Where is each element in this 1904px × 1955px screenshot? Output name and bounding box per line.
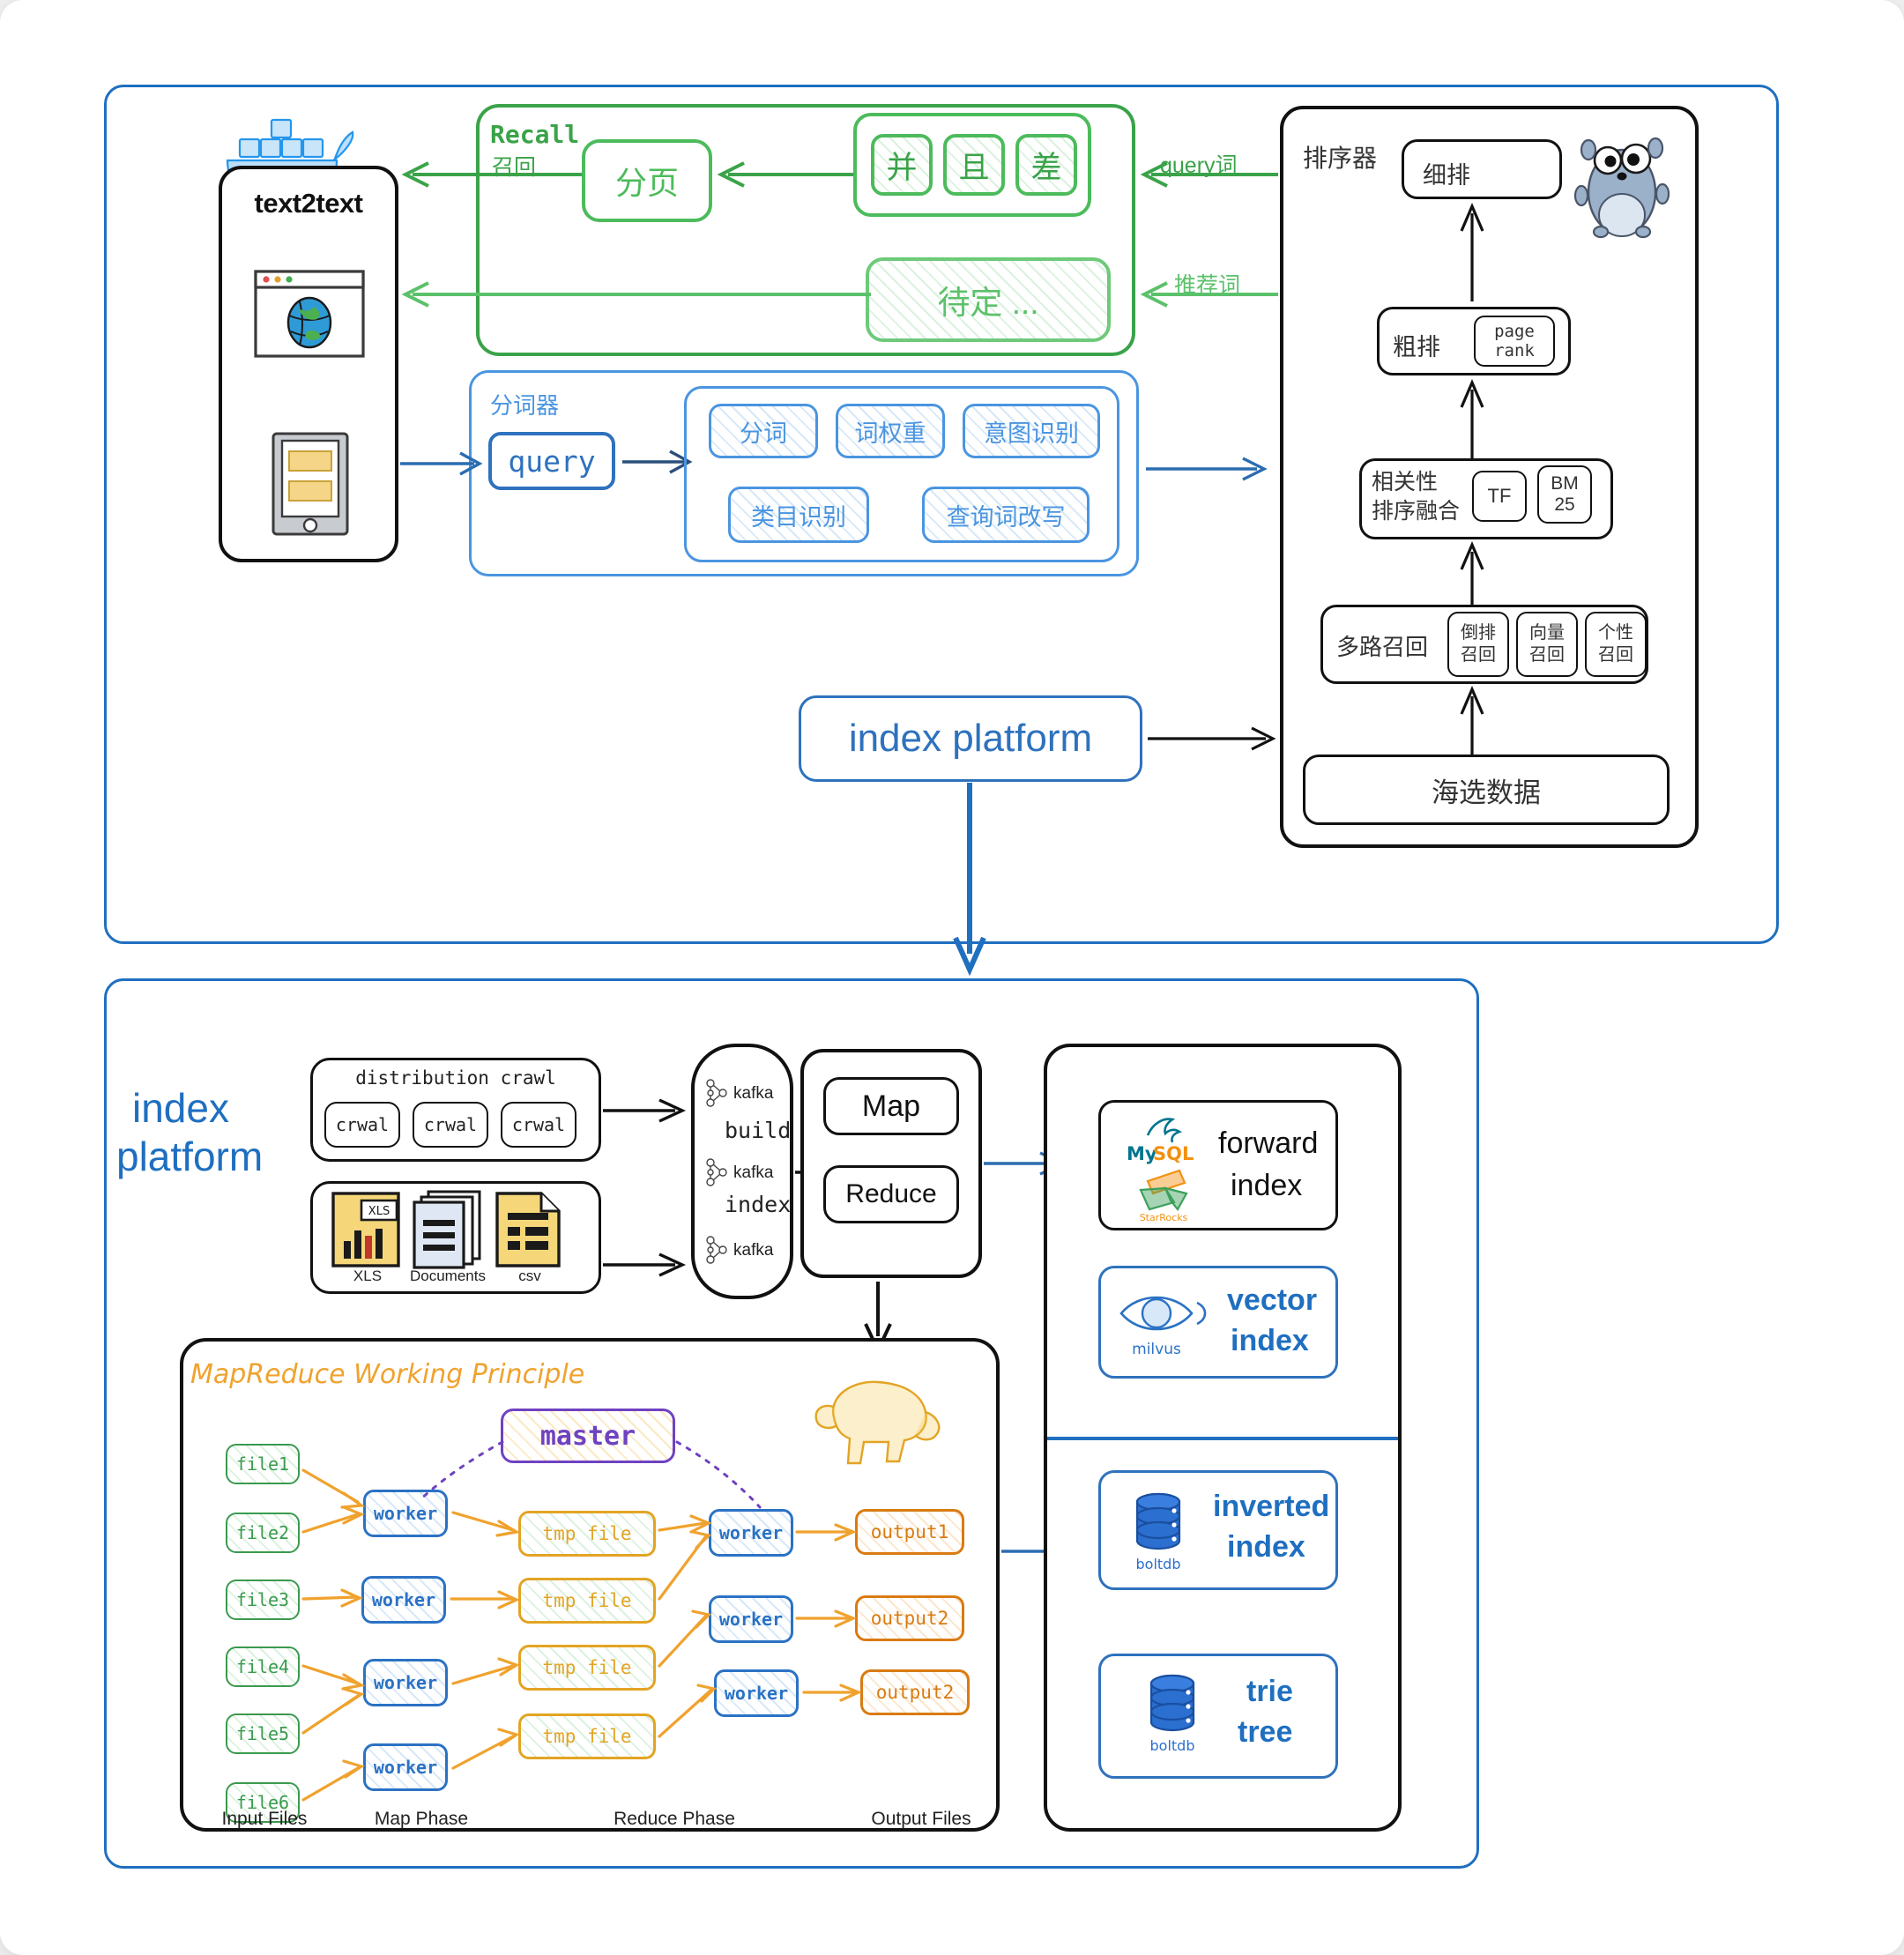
arrow-crawl-to-queue [601,1093,687,1128]
svg-text:SQL: SQL [1153,1143,1194,1164]
bm25-chip-label: BM 25 [1551,473,1579,515]
arrow-operators-to-paging [714,157,857,192]
operator-label-1: 且 [958,150,990,185]
file-source-label-1: Documents [410,1267,486,1284]
vector-index-label-line2: index [1231,1324,1309,1357]
mobile-phone-icon [270,432,351,538]
arrow-client-to-tokenizer [398,446,483,481]
diagram-canvas: text2text Recall 召回 分页 并 且 差 待定 ... quer… [0,0,1904,1955]
recommend-term-label: 推荐词 [1174,273,1241,298]
crawl-group-title: distribution crawl [355,1067,556,1089]
feature-label-2: 意图识别 [984,420,1079,447]
forward-index-label-line2: index [1231,1169,1303,1202]
multi-recall-chip-label-1: 向量 召回 [1529,623,1565,665]
svg-text:milvus: milvus [1132,1341,1181,1358]
arrow-paging-to-client [398,157,585,192]
pagerank-chip-label: page rank [1494,322,1535,361]
feature-label-1: 词权重 [854,420,926,447]
query-term-label: query词 [1160,153,1238,178]
multi-recall-chip-label-2: 个性 召回 [1598,623,1633,665]
inverted-index-label-line2: index [1227,1530,1305,1564]
query-label: query [508,443,596,479]
svg-text:XLS: XLS [368,1205,390,1218]
feature-label-0: 分词 [740,420,787,447]
ranker-title: 排序器 [1303,145,1378,172]
arrow-pending-to-client [398,277,874,312]
csv-file-icon [492,1188,568,1271]
arrow-tokenizer-to-ranker [1144,451,1268,487]
queue-node-label-0: kafka [733,1084,774,1103]
storage-divider [1047,1437,1398,1440]
browser-window-icon [254,270,365,358]
trie-tree-label-line2: tree [1238,1715,1293,1749]
operator-label-0: 并 [886,150,918,185]
arrow-files-to-queue [601,1247,687,1282]
trie-tree-label-line1: trie [1246,1675,1293,1708]
svg-text:boltdb: boltdb [1136,1556,1181,1572]
arrow-indexplatform-to-ranker [1146,721,1278,756]
kafka-icon-2 [703,1234,732,1266]
arrow-coarse-to-fine [1454,201,1490,305]
kafka-icon-0 [703,1077,732,1109]
feature-label-3: 类目识别 [751,503,846,531]
multi-recall-chip-label-0: 倒排 召回 [1461,623,1496,665]
file-source-label-0: XLS [353,1267,383,1284]
queue-node-label-1: kafka [733,1163,774,1182]
reduce-label: Reduce [845,1179,937,1208]
phase-label-2: Reduce Phase [614,1809,735,1829]
xls-file-icon: XLS [330,1188,405,1271]
feature-label-4: 查询词改写 [946,503,1066,531]
file-source-label-2: csv [518,1267,541,1284]
kafka-icon-1 [703,1156,732,1188]
candidates-label: 海选数据 [1432,777,1541,808]
phase-label-3: Output Files [871,1809,971,1829]
paging-label: 分页 [614,165,679,201]
operator-label-2: 差 [1030,150,1062,185]
tokenizer-title: 分词器 [490,392,560,419]
golang-gopher-icon [1573,130,1670,239]
svg-text:boltdb: boltdb [1150,1737,1195,1754]
edge-index-label: index [725,1192,792,1217]
arrow-query-to-features [621,444,693,479]
relevance-label: 相关性 排序融合 [1372,470,1461,524]
arrow-candidates-to-multirecall [1454,684,1490,762]
edge-build-label: build [725,1118,792,1143]
mapreduce-flow-arrows [180,1338,1000,1832]
index-platform-node-label: index platform [848,717,1093,760]
documents-icon [409,1188,485,1271]
crawl-node-label-0: crwal [335,1114,390,1135]
multi-recall-label: 多路召回 [1336,634,1429,660]
pending-label: 待定 ... [937,285,1039,321]
phase-label-0: Input Files [221,1809,308,1829]
vector-index-label-line1: vector [1227,1283,1318,1317]
arrow-relevance-to-coarse [1454,377,1490,464]
starrocks-logo: StarRocks [1128,1163,1199,1223]
tf-chip-label: TF [1487,485,1512,507]
client-title: text2text [254,188,364,219]
queue-node-label-2: kafka [733,1241,774,1260]
svg-text:StarRocks: StarRocks [1140,1212,1188,1223]
map-label: Map [861,1089,921,1123]
fine-rank-label: 细排 [1423,162,1470,189]
arrow-panel-connector [943,781,996,977]
crawl-node-label-1: crwal [423,1114,478,1135]
crawl-node-label-2: crwal [511,1114,566,1135]
forward-index-label-line1: forward [1218,1126,1319,1160]
coarse-rank-label: 粗排 [1393,334,1440,361]
boltdb-logo-inverted: boltdb [1121,1490,1206,1574]
phase-label-1: Map Phase [374,1809,469,1829]
mysql-logo: My SQL [1118,1109,1202,1165]
boltdb-logo-trie: boltdb [1135,1671,1220,1756]
inverted-index-label-line1: inverted [1213,1490,1330,1523]
milvus-logo: milvus [1118,1282,1216,1361]
